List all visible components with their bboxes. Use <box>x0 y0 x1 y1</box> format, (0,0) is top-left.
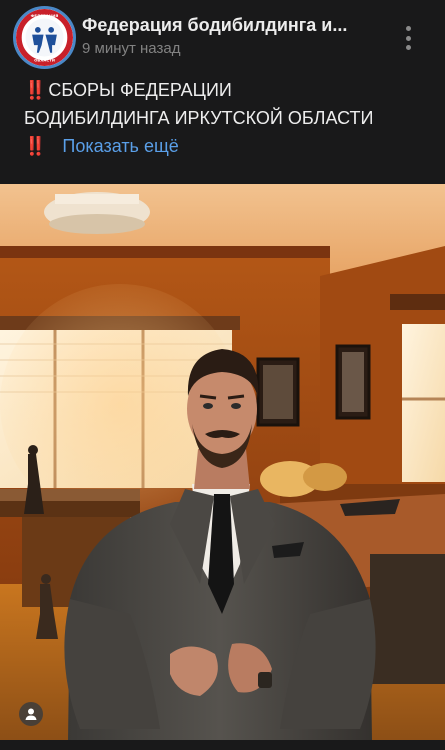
svg-text:ФЕДЕРАЦИЯ: ФЕДЕРАЦИЯ <box>31 13 59 18</box>
more-options-button[interactable] <box>398 24 418 52</box>
group-avatar[interactable]: ФЕДЕРАЦИЯ ОБЛАСТИ <box>13 6 76 69</box>
more-vertical-icon <box>405 26 411 31</box>
post-text-line: ‼️ СБОРЫ ФЕДЕРАЦИИ <box>24 76 434 104</box>
group-name[interactable]: Федерация бодибилдинга и... <box>82 15 387 36</box>
post-text-line: ‼️ Показать ещё <box>24 132 434 160</box>
show-more-link[interactable]: Показать ещё <box>62 136 178 156</box>
double-exclamation-icon: ‼️ <box>24 136 46 156</box>
more-vertical-icon <box>405 35 411 41</box>
bottom-separator <box>0 740 445 750</box>
post-time[interactable]: 9 минут назад <box>82 40 180 57</box>
post-header: ФЕДЕРАЦИЯ ОБЛАСТИ Федерация бодибилдинга… <box>0 0 445 70</box>
post-text: ‼️ СБОРЫ ФЕДЕРАЦИИ БОДИБИЛДИНГА ИРКУТСКОЙ… <box>24 76 434 160</box>
federation-logo-icon: ФЕДЕРАЦИЯ ОБЛАСТИ <box>16 9 73 66</box>
post-card: ФЕДЕРАЦИЯ ОБЛАСТИ Федерация бодибилдинга… <box>0 0 445 750</box>
post-text-line1: СБОРЫ ФЕДЕРАЦИИ <box>48 80 232 100</box>
more-vertical-icon <box>405 45 411 50</box>
svg-text:ОБЛАСТИ: ОБЛАСТИ <box>34 57 55 62</box>
photo-image <box>0 184 445 740</box>
person-icon <box>25 708 37 720</box>
post-text-line2: БОДИБИЛДИНГА ИРКУТСКОЙ ОБЛАСТИ <box>24 108 374 128</box>
double-exclamation-icon: ‼️ <box>24 80 46 100</box>
author-badge[interactable] <box>19 702 43 726</box>
post-photo[interactable] <box>0 184 445 740</box>
